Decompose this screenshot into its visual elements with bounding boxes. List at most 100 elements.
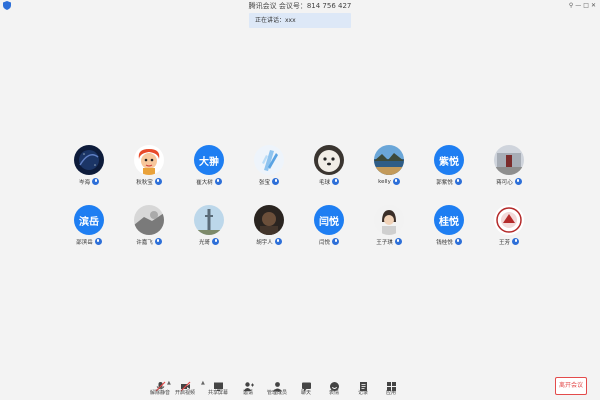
avatar <box>194 205 224 235</box>
participant-tile[interactable]: 胡宇人 <box>239 205 299 249</box>
video-options-caret-icon[interactable]: ▲ <box>201 380 205 386</box>
participant-name-line: 光哥 <box>179 237 239 246</box>
participant-name-line: 蒋可心 <box>479 177 539 186</box>
avatar <box>314 145 344 175</box>
participant-name-line: 毛球 <box>299 177 359 186</box>
avatar: 紫悦 <box>434 145 464 175</box>
avatar <box>494 205 524 235</box>
participant-tile[interactable]: 岑海 <box>59 145 119 189</box>
participant-name: 秋秋宝 <box>136 179 153 186</box>
mic-muted-icon <box>155 377 166 392</box>
avatar: 大翀 <box>194 145 224 175</box>
avatar <box>134 205 164 235</box>
avatar <box>74 145 104 175</box>
participant-name-line: 钱桂悦 <box>419 237 479 246</box>
mic-icon <box>512 238 519 245</box>
participant-name-line: 岑海 <box>59 177 119 186</box>
participant-name: 毛球 <box>318 179 330 186</box>
participant-tile[interactable]: 张宝 <box>239 145 299 189</box>
chat-icon <box>301 377 312 392</box>
participant-tile[interactable]: 滨岳 邵滨岳 <box>59 205 119 249</box>
participant-name: 邵滨岳 <box>76 239 93 246</box>
toolbar-label: 开启视频 <box>174 390 195 396</box>
mic-icon <box>154 178 162 185</box>
participant-name: 王子琪 <box>376 239 393 246</box>
participant-tile[interactable]: 王子琪 <box>359 205 419 249</box>
toolbar-apps-button[interactable]: 应用 <box>379 376 403 400</box>
participant-name: 胡宇人 <box>256 239 273 246</box>
avatar <box>134 145 164 175</box>
toolbar-members-button[interactable]: 管理成员 <box>265 376 289 400</box>
toolbar-label: 表情 <box>328 390 339 396</box>
participant-name: 岑海 <box>78 179 90 186</box>
notes-icon <box>358 377 369 391</box>
avatar <box>374 205 404 235</box>
participant-gallery: 岑海 秋秋宝 大翀 崔大树 张宝 毛球 kelly 紫悦 郭紫悦 蒋可心 滨岳 邵滨岳 许嘉飞 光哥 胡宇人… <box>0 0 600 400</box>
participant-tile[interactable]: 王芳 <box>479 205 539 249</box>
participant-name: 王芳 <box>498 239 510 246</box>
avatar: 闫悦 <box>314 205 344 235</box>
participant-name-line: 邵滨岳 <box>59 237 119 246</box>
avatar: 滨岳 <box>74 205 104 235</box>
participant-tile[interactable]: 光哥 <box>179 205 239 249</box>
toolbar-label: 邀请 <box>242 390 253 396</box>
invite-icon <box>243 377 254 391</box>
participant-name: 闫悦 <box>318 239 330 246</box>
leave-meeting-button[interactable]: 离开会议 <box>555 377 587 395</box>
toolbar-share-screen-button[interactable]: 共享屏幕 <box>206 376 230 400</box>
mic-icon <box>454 238 462 245</box>
avatar-initials: 滨岳 <box>79 216 99 228</box>
participant-tile[interactable]: kelly <box>359 145 419 189</box>
toolbar-chat-button[interactable]: 聊天 <box>294 376 318 400</box>
participant-tile[interactable]: 桂悦 钱桂悦 <box>419 205 479 249</box>
participant-name-line: 张宝 <box>239 177 299 186</box>
members-icon <box>272 377 283 392</box>
participant-tile[interactable]: 许嘉飞 <box>119 205 179 249</box>
participant-name: 郭紫悦 <box>436 179 453 186</box>
participant-tile[interactable]: 毛球 <box>299 145 359 189</box>
mic-icon <box>454 178 462 185</box>
mic-icon <box>392 178 400 185</box>
avatar-initials: 桂悦 <box>439 216 459 228</box>
avatar <box>254 205 284 235</box>
participant-name: 光哥 <box>198 239 210 246</box>
participant-name: kelly <box>378 178 391 185</box>
avatar-initials: 大翀 <box>199 156 219 168</box>
mic-icon <box>332 178 339 185</box>
toolbar-label: 应用 <box>385 390 396 396</box>
mic-icon <box>274 238 282 245</box>
meeting-toolbar: 解除静音 开启视频 共享屏幕 邀请 管理成员 聊天 表情 记录 应用 ▲ ▲ <box>148 376 408 400</box>
mic-options-caret-icon[interactable]: ▲ <box>167 380 171 386</box>
toolbar-label: 管理成员 <box>266 390 287 396</box>
mic-icon <box>214 178 222 185</box>
emoji-icon <box>329 377 340 391</box>
mic-icon <box>272 178 279 185</box>
participant-tile[interactable]: 大翀 崔大树 <box>179 145 239 189</box>
mic-icon <box>92 178 99 185</box>
avatar <box>254 145 284 175</box>
toolbar-invite-button[interactable]: 邀请 <box>236 376 260 400</box>
avatar-initials: 紫悦 <box>439 156 459 168</box>
participant-name: 张宝 <box>258 179 270 186</box>
participant-tile[interactable]: 秋秋宝 <box>119 145 179 189</box>
avatar <box>374 145 404 175</box>
participant-tile[interactable]: 紫悦 郭紫悦 <box>419 145 479 189</box>
toolbar-emoji-button[interactable]: 表情 <box>322 376 346 400</box>
toolbar-notes-button[interactable]: 记录 <box>351 376 375 400</box>
mic-icon <box>514 178 522 185</box>
video-off-icon <box>180 377 191 392</box>
participant-tile[interactable]: 蒋可心 <box>479 145 539 189</box>
participant-tile[interactable]: 闫悦 闫悦 <box>299 205 359 249</box>
share-screen-icon <box>213 377 224 391</box>
avatar <box>494 145 524 175</box>
toolbar-video-off-button[interactable]: 开启视频 <box>173 376 197 400</box>
participant-name-line: 郭紫悦 <box>419 177 479 186</box>
participant-name-line: 王子琪 <box>359 237 419 246</box>
mic-icon <box>94 238 102 245</box>
participant-name-line: 秋秋宝 <box>119 177 179 186</box>
avatar: 桂悦 <box>434 205 464 235</box>
mic-icon <box>212 238 219 245</box>
toolbar-label: 共享屏幕 <box>207 390 228 396</box>
participant-name: 崔大树 <box>196 179 213 186</box>
mic-icon <box>332 238 339 245</box>
